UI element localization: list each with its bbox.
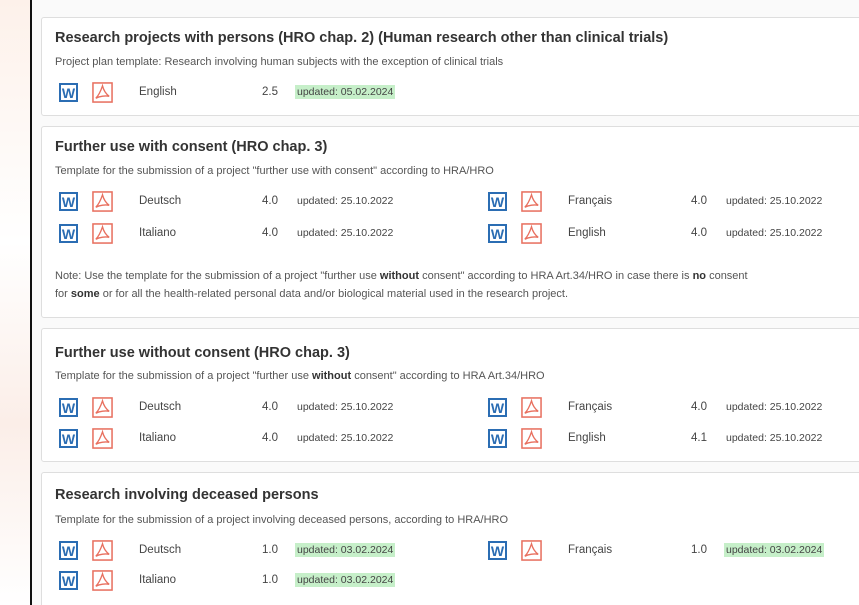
word-icon[interactable]: W <box>488 398 507 417</box>
pdf-icon[interactable] <box>521 191 542 212</box>
doc-version: 1.0 <box>691 544 707 556</box>
doc-row: W Français 1.0 updated: 03.02.2024 <box>488 540 859 563</box>
doc-language: Italiano <box>139 432 177 444</box>
doc-updated: updated: 03.02.2024 <box>724 543 825 557</box>
pdf-icon[interactable] <box>92 428 113 449</box>
section-card: Further use without consent (HRO chap. 3… <box>41 328 859 462</box>
doc-language: Deutsch <box>139 544 182 556</box>
word-icon[interactable]: W <box>488 192 507 211</box>
section-title: Further use with consent (HRO chap. 3) <box>55 139 328 155</box>
doc-version: 4.0 <box>262 195 278 207</box>
pdf-icon[interactable] <box>92 82 113 103</box>
doc-updated: updated: 25.10.2022 <box>726 432 823 444</box>
pdf-icon[interactable] <box>92 191 113 212</box>
doc-row: W Italiano 4.0 updated: 25.10.2022 <box>59 428 459 451</box>
doc-updated: updated: 25.10.2022 <box>726 401 823 413</box>
doc-updated: updated: 25.10.2022 <box>726 195 823 207</box>
word-icon[interactable]: W <box>488 541 507 560</box>
doc-row: W Deutsch 4.0 updated: 25.10.2022 <box>59 191 459 214</box>
doc-row: W Italiano 1.0 updated: 03.02.2024 <box>59 570 459 593</box>
word-icon[interactable]: W <box>59 224 78 243</box>
word-icon[interactable]: W <box>59 571 78 590</box>
doc-language: Français <box>568 195 613 207</box>
pdf-icon[interactable] <box>92 397 113 418</box>
doc-language: Français <box>568 401 613 413</box>
section-card: Research projects with persons (HRO chap… <box>41 17 859 116</box>
page-background <box>0 0 30 605</box>
doc-version: 4.0 <box>691 227 707 239</box>
doc-language: Italiano <box>139 574 177 586</box>
doc-updated: updated: 25.10.2022 <box>297 432 394 444</box>
doc-updated: updated: 25.10.2022 <box>297 227 394 239</box>
pdf-icon[interactable] <box>521 397 542 418</box>
doc-updated: updated: 25.10.2022 <box>297 401 394 413</box>
doc-language: English <box>568 227 606 239</box>
pdf-icon[interactable] <box>521 428 542 449</box>
section-card: Further use with consent (HRO chap. 3) T… <box>41 126 859 318</box>
doc-updated: updated: 03.02.2024 <box>295 543 396 557</box>
document-list: Research projects with persons (HRO chap… <box>30 0 859 605</box>
doc-row: W Français 4.0 updated: 25.10.2022 <box>488 191 859 214</box>
doc-version: 4.0 <box>691 195 707 207</box>
word-icon[interactable]: W <box>488 429 507 448</box>
section-title: Research projects with persons (HRO chap… <box>55 30 669 46</box>
pdf-icon[interactable] <box>92 570 113 591</box>
doc-updated: updated: 25.10.2022 <box>297 195 394 207</box>
doc-version: 1.0 <box>262 574 278 586</box>
word-icon[interactable]: W <box>59 429 78 448</box>
doc-version: 4.1 <box>691 432 707 444</box>
section-title: Research involving deceased persons <box>55 487 319 503</box>
doc-version: 4.0 <box>262 227 278 239</box>
word-icon[interactable]: W <box>59 192 78 211</box>
doc-language: Deutsch <box>139 401 182 413</box>
doc-row: W Français 4.0 updated: 25.10.2022 <box>488 397 859 420</box>
section-description: Template for the submission of a project… <box>55 165 494 177</box>
section-title: Further use without consent (HRO chap. 3… <box>55 345 350 361</box>
doc-language: Italiano <box>139 227 177 239</box>
doc-updated: updated: 25.10.2022 <box>726 227 823 239</box>
doc-row: W English 2.5 updated: 05.02.2024 <box>59 82 459 105</box>
pdf-icon[interactable] <box>521 540 542 561</box>
doc-updated: updated: 05.02.2024 <box>295 85 396 99</box>
section-note: Note: Use the template for the submissio… <box>55 270 748 300</box>
doc-version: 4.0 <box>691 401 707 413</box>
doc-version: 2.5 <box>262 86 278 98</box>
doc-language: English <box>139 86 177 98</box>
section-description: Template for the submission of a project… <box>55 370 545 382</box>
doc-row: W Italiano 4.0 updated: 25.10.2022 <box>59 223 459 246</box>
doc-language: English <box>568 432 606 444</box>
doc-language: Français <box>568 544 613 556</box>
section-description: Project plan template: Research involvin… <box>55 56 504 68</box>
doc-version: 4.0 <box>262 401 278 413</box>
doc-version: 1.0 <box>262 544 278 556</box>
pdf-icon[interactable] <box>521 223 542 244</box>
word-icon[interactable]: W <box>488 224 507 243</box>
word-icon[interactable]: W <box>59 83 78 102</box>
doc-row: W Deutsch 4.0 updated: 25.10.2022 <box>59 397 459 420</box>
doc-version: 4.0 <box>262 432 278 444</box>
doc-row: W Deutsch 1.0 updated: 03.02.2024 <box>59 540 459 563</box>
pdf-icon[interactable] <box>92 540 113 561</box>
section-description: Template for the submission of a project… <box>55 514 509 526</box>
section-card: Research involving deceased persons Temp… <box>41 472 859 605</box>
doc-updated: updated: 03.02.2024 <box>295 573 396 587</box>
doc-row: W English 4.0 updated: 25.10.2022 <box>488 223 859 246</box>
word-icon[interactable]: W <box>59 398 78 417</box>
word-icon[interactable]: W <box>59 541 78 560</box>
pdf-icon[interactable] <box>92 223 113 244</box>
doc-row: W English 4.1 updated: 25.10.2022 <box>488 428 859 451</box>
doc-language: Deutsch <box>139 195 182 207</box>
